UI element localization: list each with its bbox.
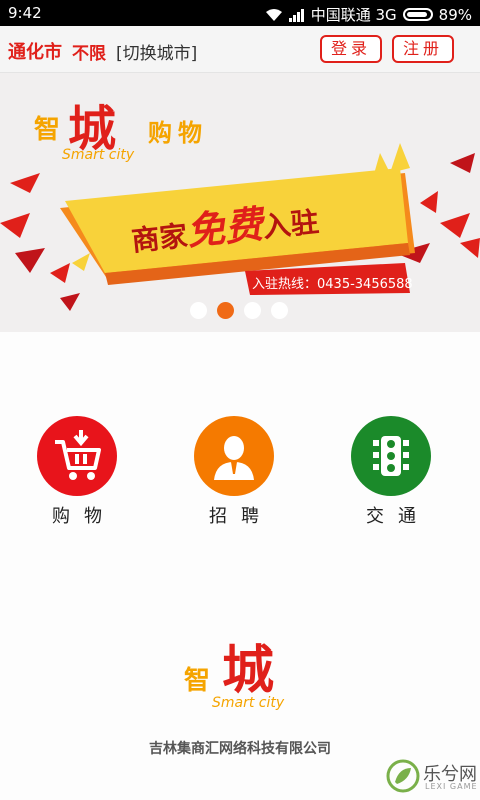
menu-label-traffic: 交通 bbox=[366, 506, 430, 527]
city-name[interactable]: 通化市 bbox=[8, 38, 62, 64]
footer-logo-en: Smart city bbox=[212, 695, 285, 711]
carousel-dot[interactable] bbox=[271, 302, 288, 319]
promo-banner[interactable]: 智 城 购物 Smart city 商家免费入驻 入驻热线：0435-34565… bbox=[0, 73, 480, 332]
leaf-logo-icon bbox=[386, 759, 420, 793]
footer-logo-char-1: 智 bbox=[184, 666, 211, 696]
carousel-dot[interactable] bbox=[244, 302, 261, 319]
banner-brand-suffix: 购物 bbox=[148, 119, 208, 147]
wifi-icon bbox=[265, 8, 282, 21]
status-time: 9:42 bbox=[8, 4, 42, 22]
district-filter[interactable]: 不限 bbox=[72, 39, 106, 64]
watermark-sub: LEXI GAME bbox=[425, 782, 478, 791]
status-right: 中国联通 3G 89% bbox=[265, 4, 472, 25]
signal-icon bbox=[288, 8, 304, 22]
carousel-dot-active[interactable] bbox=[217, 302, 234, 319]
banner-hotline: 入驻热线：0435-3456588 bbox=[252, 277, 413, 292]
menu-label-jobs: 招聘 bbox=[209, 506, 273, 527]
battery-fill bbox=[406, 12, 427, 17]
carousel-indicator bbox=[190, 302, 288, 319]
menu-label-shopping: 购物 bbox=[52, 506, 116, 527]
switch-city-link[interactable]: [切换城市] bbox=[116, 39, 197, 64]
banner-brand-en: Smart city bbox=[62, 147, 135, 163]
footer-logo-char-2: 城 bbox=[222, 641, 275, 701]
carousel-dot[interactable] bbox=[190, 302, 207, 319]
status-bar: 9:42 中国联通 3G 89% bbox=[0, 0, 480, 26]
menu-item-shopping[interactable]: 购物 bbox=[36, 416, 118, 528]
top-header: 通化市 不限 [切换城市] 登录 注册 bbox=[0, 26, 480, 73]
login-button[interactable]: 登录 bbox=[320, 35, 382, 63]
slogan-part1: 商家 bbox=[129, 219, 190, 258]
battery-percent: 89% bbox=[438, 5, 472, 24]
site-watermark: 乐兮网 LEXI GAME bbox=[385, 752, 480, 800]
slogan-part2: 入驻 bbox=[261, 205, 321, 244]
person-icon[interactable] bbox=[194, 416, 274, 496]
banner-brand-char-1: 智 bbox=[34, 115, 61, 145]
slogan-highlight: 免费 bbox=[184, 202, 265, 254]
shopping-cart-icon[interactable] bbox=[37, 416, 117, 496]
traffic-light-icon[interactable] bbox=[351, 416, 431, 496]
battery-icon bbox=[402, 8, 433, 21]
menu-item-jobs[interactable]: 招聘 bbox=[193, 416, 275, 528]
register-button[interactable]: 注册 bbox=[392, 35, 454, 63]
carrier-label: 中国联通 3G bbox=[310, 6, 397, 24]
menu-item-traffic[interactable]: 交通 bbox=[350, 416, 432, 528]
